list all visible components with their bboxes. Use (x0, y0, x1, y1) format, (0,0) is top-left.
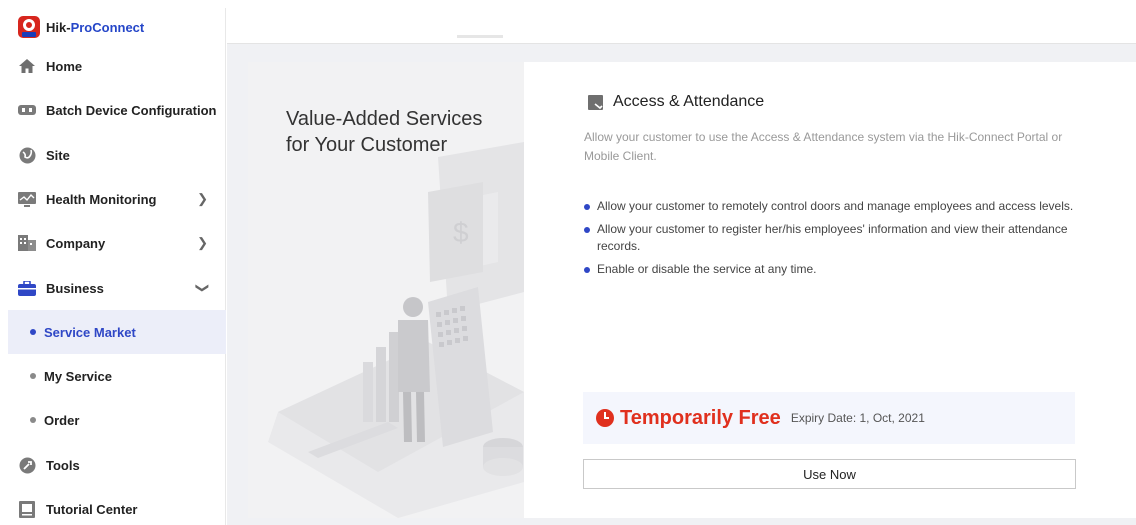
price-label: Temporarily Free (620, 406, 781, 429)
feature-item: Allow your customer to register her/his … (584, 221, 1084, 255)
sidebar-item-label: Business (46, 280, 104, 296)
feature-list: Allow your customer to remotely control … (584, 198, 1084, 284)
sidebar-item-order[interactable]: Order (8, 398, 226, 442)
hik-proconnect-logo-icon (18, 16, 40, 38)
sidebar-item-my-service[interactable]: My Service (8, 354, 226, 398)
sidebar-item-health-monitoring[interactable]: Health Monitoring ❯ (8, 177, 226, 221)
home-icon (18, 57, 36, 75)
tab-indicator (457, 35, 503, 38)
sidebar-item-tutorial-center[interactable]: Tutorial Center (8, 487, 226, 525)
sidebar-item-tools[interactable]: Tools (8, 443, 226, 487)
tools-icon (18, 456, 36, 474)
hero-title: Value-Added Services for Your Customer (286, 108, 483, 156)
monitor-icon (18, 190, 36, 208)
sidebar-item-site[interactable]: Site (8, 133, 226, 177)
sidebar-item-business[interactable]: Business ❯ (8, 266, 226, 310)
service-title-text: Access & Attendance (613, 93, 765, 110)
sidebar-item-service-market[interactable]: Service Market (8, 310, 226, 354)
service-detail-panel: Access & Attendance Allow your customer … (524, 62, 1136, 518)
bullet-dot-icon (30, 329, 36, 335)
feature-item: Allow your customer to remotely control … (584, 198, 1084, 215)
clock-icon (596, 409, 614, 427)
sidebar-item-label: Company (46, 235, 106, 251)
access-card-icon (588, 94, 603, 110)
sidebar-item-company[interactable]: Company ❯ (8, 221, 226, 265)
app-window: Hik-ProConnect Home Batch Device Configu… (0, 0, 1136, 525)
sidebar-item-label: My Service (44, 368, 112, 384)
sidebar-item-label: Tools (46, 457, 80, 473)
sidebar: Hik-ProConnect Home Batch Device Configu… (8, 8, 226, 525)
chevron-right-icon: ❯ (197, 191, 208, 206)
sidebar-item-batch-device-configuration[interactable]: Batch Device Configuration (8, 88, 226, 132)
top-bar (227, 8, 1136, 44)
service-description: Allow your customer to use the Access & … (584, 130, 1063, 163)
briefcase-icon (18, 279, 36, 297)
sidebar-item-label: Site (46, 147, 70, 163)
sidebar-item-home[interactable]: Home (8, 44, 226, 88)
sidebar-item-label: Service Market (44, 324, 136, 340)
bullet-dot-icon (30, 373, 36, 379)
brand[interactable]: Hik-ProConnect (18, 16, 144, 38)
pricing-banner: Temporarily Free Expiry Date: 1, Oct, 20… (583, 392, 1075, 444)
sidebar-item-label: Batch Device Configuration (46, 102, 217, 118)
bullet-dot-icon (30, 417, 36, 423)
device-icon (18, 101, 36, 119)
chevron-right-icon: ❯ (197, 235, 208, 250)
sidebar-item-label: Tutorial Center (46, 501, 138, 517)
expiry-date: Expiry Date: 1, Oct, 2021 (790, 411, 925, 425)
feature-item: Enable or disable the service at any tim… (584, 261, 1084, 278)
site-icon (18, 146, 36, 164)
service-title: Access & Attendance (588, 93, 764, 111)
chevron-down-icon: ❯ (195, 282, 211, 294)
use-now-button[interactable]: Use Now (583, 459, 1076, 489)
sidebar-item-label: Order (44, 412, 80, 428)
company-icon (18, 234, 36, 252)
hero-panel: $ Value-Added Services for Your Customer (248, 62, 524, 518)
svg-text:$: $ (453, 217, 469, 248)
tutorial-icon (18, 500, 36, 518)
sidebar-item-label: Health Monitoring (46, 191, 157, 207)
brand-name: Hik-ProConnect (46, 19, 145, 35)
sidebar-item-label: Home (46, 58, 83, 74)
